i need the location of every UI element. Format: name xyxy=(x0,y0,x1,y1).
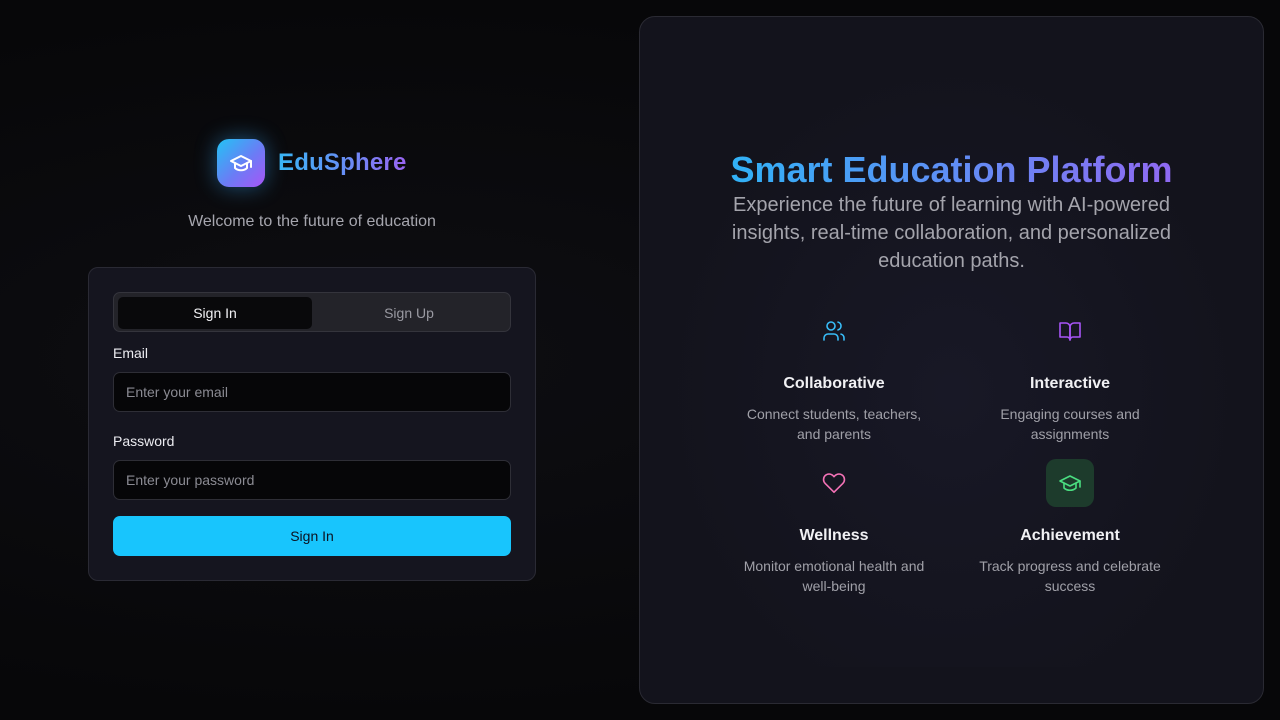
feature-icon-box xyxy=(1046,459,1094,507)
tab-sign-in[interactable]: Sign In xyxy=(118,297,312,329)
sign-in-button[interactable]: Sign In xyxy=(113,516,511,556)
auth-card: Sign In Sign Up Email Password Sign In xyxy=(88,267,536,581)
showcase-title: Smart Education Platform xyxy=(640,149,1263,191)
users-icon xyxy=(823,321,845,341)
showcase-panel: Smart Education Platform Experience the … xyxy=(639,16,1264,704)
graduation-cap-icon xyxy=(1059,475,1081,492)
feature-description: Engaging courses and assignments xyxy=(1000,406,1140,442)
feature-achievement: Achievement Track progress and celebrate… xyxy=(960,459,1180,596)
password-field[interactable] xyxy=(113,460,511,500)
graduation-cap-icon xyxy=(230,155,252,172)
email-field[interactable] xyxy=(113,372,511,412)
password-label: Password xyxy=(113,433,175,449)
book-open-icon xyxy=(1059,322,1081,341)
feature-wellness: Wellness Monitor emotional health and we… xyxy=(724,459,944,596)
feature-interactive: Interactive Engaging courses and assignm… xyxy=(960,307,1180,444)
feature-title: Interactive xyxy=(1029,375,1111,392)
feature-icon-box xyxy=(1046,307,1094,355)
heart-icon xyxy=(822,473,846,494)
email-label: Email xyxy=(113,345,149,361)
feature-title: Achievement xyxy=(1020,527,1120,544)
feature-description: Monitor emotional health and well-being xyxy=(743,558,925,594)
tagline: Welcome to the future of education xyxy=(188,213,436,230)
feature-description: Connect students, teachers, and parents xyxy=(746,406,922,442)
brand-name: EduSphere xyxy=(278,149,407,176)
feature-title: Wellness xyxy=(799,527,869,544)
feature-icon-box xyxy=(810,459,858,507)
feature-collaborative: Collaborative Connect students, teachers… xyxy=(724,307,944,444)
showcase-description: Experience the future of learning with A… xyxy=(731,194,1172,272)
feature-title: Collaborative xyxy=(783,375,885,392)
tab-sign-up[interactable]: Sign Up xyxy=(312,297,506,329)
feature-icon-box xyxy=(810,307,858,355)
auth-tabs: Sign In Sign Up xyxy=(113,292,511,332)
auth-section: EduSphere Welcome to the future of educa… xyxy=(0,0,624,720)
feature-description: Track progress and celebrate success xyxy=(979,558,1161,594)
brand: EduSphere xyxy=(217,139,407,187)
logo xyxy=(217,139,265,187)
